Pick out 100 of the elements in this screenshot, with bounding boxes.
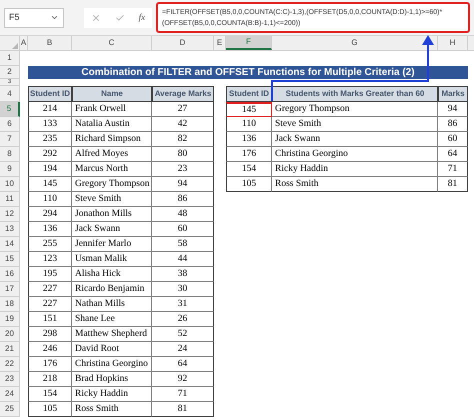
table-cell: 26 [152,312,214,327]
table-cell: Nathan Mills [72,297,152,312]
table-cell: 38 [152,267,214,282]
table-cell: 110 [28,192,72,207]
row-header[interactable]: 5 [0,102,20,117]
table-cell: 71 [152,387,214,402]
table-cell: 176 [226,147,272,162]
row-header[interactable]: 22 [0,357,20,372]
row-header[interactable]: 6 [0,117,20,132]
insert-function-button[interactable]: fx [138,10,146,24]
row-header[interactable]: 11 [0,192,20,207]
row-header[interactable]: 15 [0,252,20,267]
column-heading: Student ID [226,86,272,102]
row-header[interactable]: 16 [0,267,20,282]
table-cell: 27 [152,102,214,117]
table-cell: 227 [28,282,72,297]
table-cell: Jack Swann [72,222,152,237]
column-header[interactable]: D [152,36,214,50]
table-cell: 145 [28,177,72,192]
table-cell: Jack Swann [272,132,438,147]
table-cell: Jennifer Marlo [72,237,152,252]
row-header[interactable]: 19 [0,312,20,327]
row-header[interactable]: 9 [0,162,20,177]
table-cell: Marcus North [72,162,152,177]
table-cell: Ricky Haddin [72,387,152,402]
table-cell: 44 [152,252,214,267]
table-cell: 81 [438,177,468,192]
column-heading: Student ID [28,86,72,102]
column-heading: Marks [438,86,468,102]
table-cell: Steve Smith [272,117,438,132]
table-cell: Christina Georgino [72,357,152,372]
table-cell: Gregory Thompson [272,102,438,117]
table-cell: 218 [28,372,72,387]
table-cell: 145 [226,102,272,117]
table-cell: 294 [28,207,72,222]
row-header[interactable]: 1 [0,51,20,66]
table-title: Combination of FILTER and OFFSET Functions for Multiple Criteria (2) [28,66,468,79]
row-header[interactable]: 10 [0,177,20,192]
table-cell: 30 [152,282,214,297]
table-cell: 52 [152,327,214,342]
row-header[interactable]: 25 [0,402,20,417]
column-heading: Students with Marks Greater than 60 [272,86,438,102]
column-heading: Average Marks [152,86,214,102]
table-cell: 86 [152,192,214,207]
column-header[interactable]: B [28,36,72,50]
table-cell: 194 [28,162,72,177]
table-cell: Ricky Haddin [272,162,438,177]
table-cell: 151 [28,312,72,327]
enter-icon[interactable] [114,12,125,22]
table-cell: Brad Hopkins [72,372,152,387]
table-cell: 105 [226,177,272,192]
table-cell: 42 [152,117,214,132]
cell-reference: F5 [9,10,20,24]
table-cell: Usman Malik [72,252,152,267]
name-box[interactable]: F5 [4,8,64,28]
column-header[interactable]: H [438,36,468,50]
table-cell: Gregory Thompson [72,177,152,192]
table-cell: 110 [226,117,272,132]
table-cell: 136 [28,222,72,237]
table-cell: 92 [152,372,214,387]
row-header[interactable]: 20 [0,327,20,342]
row-header[interactable]: 14 [0,237,20,252]
table-cell: Matthew Shepherd [72,327,152,342]
cancel-icon[interactable] [90,12,101,22]
row-header[interactable]: 12 [0,207,20,222]
table-cell: 176 [28,357,72,372]
row-header[interactable]: 2 [0,66,20,79]
table-cell: Shane Lee [72,312,152,327]
table-cell: Richard Simpson [72,132,152,147]
table-cell: Alfred Moyes [72,147,152,162]
row-header[interactable]: 21 [0,342,20,357]
dropdown-icon[interactable] [50,13,59,22]
table-cell: Alisha Hick [72,267,152,282]
table-cell: 31 [152,297,214,312]
column-header[interactable]: C [72,36,152,50]
row-header[interactable]: 13 [0,222,20,237]
row-header[interactable]: 17 [0,282,20,297]
row-header[interactable]: 8 [0,147,20,162]
table-cell: Frank Orwell [72,102,152,117]
row-header[interactable]: 24 [0,387,20,402]
column-header[interactable]: A [20,36,28,50]
table-cell: 71 [438,162,468,177]
row-header[interactable]: 18 [0,297,20,312]
table-cell: 246 [28,342,72,357]
table-cell: 195 [28,267,72,282]
table-cell: 154 [28,387,72,402]
table-cell: 64 [152,357,214,372]
row-header[interactable]: 4 [0,86,20,102]
table-cell: 81 [152,402,214,417]
table-cell: 64 [438,147,468,162]
row-header[interactable]: 23 [0,372,20,387]
table-cell: 82 [152,132,214,147]
table-cell: 58 [152,237,214,252]
column-header[interactable]: F [226,36,272,50]
table-cell: 214 [28,102,72,117]
row-header[interactable]: 7 [0,132,20,147]
table-cell: David Root [72,342,152,357]
table-cell: 24 [152,342,214,357]
table-cell: 136 [226,132,272,147]
table-cell: 298 [28,327,72,342]
